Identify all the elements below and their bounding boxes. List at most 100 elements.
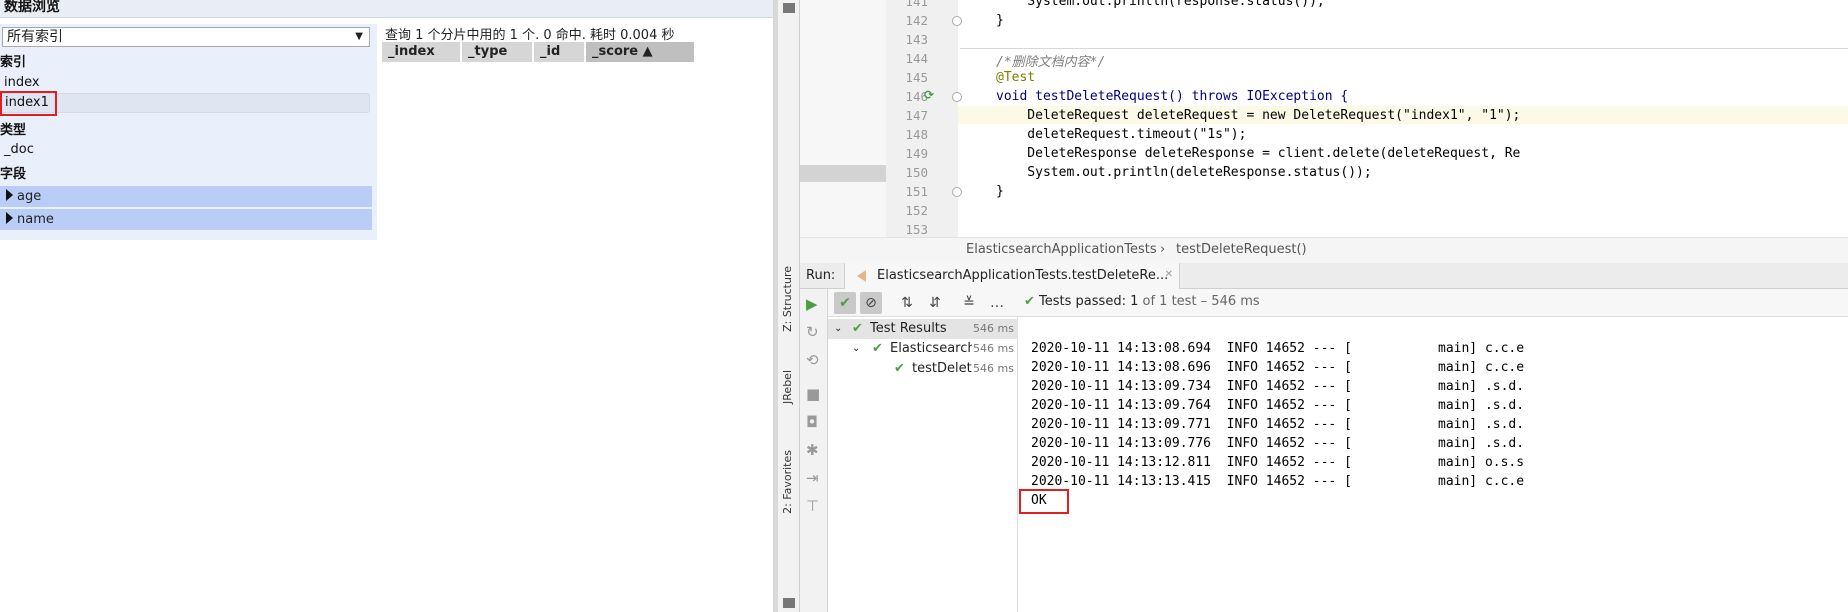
- index-item[interactable]: index: [4, 75, 40, 90]
- rerun-failed-icon[interactable]: ↻: [806, 323, 819, 341]
- line-number: 146: [905, 89, 928, 104]
- code-line: deleteRequest.timeout("1s");: [996, 127, 1247, 142]
- tests-passed-detail: of 1 test – 546 ms: [1142, 294, 1260, 309]
- ide-left-toolstrip: Z: Structure JRebel 2: Favorites: [778, 0, 800, 612]
- field-row-name[interactable]: name: [0, 209, 372, 230]
- line-number: 153: [905, 222, 928, 237]
- tree-time: 546 ms: [973, 342, 1014, 355]
- run-tab[interactable]: ElasticsearchApplicationTests.testDelete…: [844, 263, 1180, 289]
- log-line: 2020-10-11 14:13:09.771 INFO 14652 --- […: [1031, 417, 1525, 432]
- run-tab-label: ElasticsearchApplicationTests.testDelete…: [877, 268, 1169, 283]
- pass-check-icon: ✔: [872, 341, 883, 356]
- code-line-comment: /*删除文档内容*/: [996, 55, 1106, 70]
- close-icon[interactable]: ✕: [1165, 269, 1173, 280]
- breadcrumb-class[interactable]: ElasticsearchApplicationTests: [966, 242, 1157, 257]
- es-head-panel: 数据浏览 所有索引 ▼ 索引 index index1 类型 _doc 字段 a…: [0, 0, 773, 612]
- line-number: 148: [905, 127, 928, 142]
- expand-arrow-icon: [6, 189, 13, 201]
- tests-passed-count: 1: [1130, 294, 1139, 309]
- tree-row-results[interactable]: ⌄ ✔ Test Results 546 ms: [828, 319, 1018, 339]
- grid-icon[interactable]: [783, 598, 795, 608]
- show-ignored-button[interactable]: ⊘: [860, 292, 882, 314]
- pass-check-icon: ✔: [852, 321, 863, 336]
- sort-duration-icon[interactable]: ⇵: [924, 292, 946, 314]
- tree-row-method[interactable]: ✔ testDelete 546 ms: [828, 359, 1018, 379]
- es-sidebar: [0, 24, 377, 240]
- es-header: 数据浏览: [0, 0, 773, 18]
- sort-alpha-icon[interactable]: ⇅: [896, 292, 918, 314]
- col-id[interactable]: _id: [534, 42, 586, 62]
- line-number: 151: [905, 184, 928, 199]
- col-score[interactable]: _score ▲: [586, 42, 696, 62]
- highlight-box-ok: [1019, 489, 1069, 514]
- line-number: 150: [905, 165, 928, 180]
- tree-time: 546 ms: [973, 362, 1014, 375]
- es-title: 数据浏览: [4, 0, 60, 15]
- code-line-annotation: @Test: [996, 70, 1036, 85]
- breadcrumb-method[interactable]: testDeleteRequest(): [1176, 242, 1307, 257]
- line-number: 144: [905, 51, 928, 66]
- chevron-down-icon[interactable]: ⌄: [834, 319, 842, 339]
- chevron-down-icon[interactable]: ⌄: [852, 339, 860, 359]
- folder-icon[interactable]: [783, 3, 795, 13]
- pass-check-icon: ✔: [1024, 294, 1035, 309]
- line-number: 149: [905, 146, 928, 161]
- line-number: 143: [905, 32, 928, 47]
- log-line: 2020-10-11 14:13:08.696 INFO 14652 --- […: [1031, 360, 1525, 375]
- line-number: 152: [905, 203, 928, 218]
- line-number: 141: [905, 0, 928, 9]
- jrebel-tab[interactable]: JRebel: [781, 370, 794, 404]
- tree-label: Test Results: [870, 321, 947, 336]
- tests-passed-label: Tests passed:: [1039, 294, 1126, 309]
- tree-row-class[interactable]: ⌄ ✔ Elasticsearch 546 ms: [828, 339, 1018, 359]
- col-index[interactable]: _index: [382, 42, 462, 62]
- fold-icon[interactable]: [952, 92, 962, 102]
- breadcrumb-sep: ›: [1160, 242, 1166, 257]
- section-fields: 字段: [0, 167, 27, 182]
- log-line: 2020-10-11 14:13:12.811 INFO 14652 --- […: [1031, 455, 1525, 470]
- tree-label: Elasticsearch: [890, 341, 972, 356]
- gutter-margin: [800, 0, 886, 237]
- show-passed-button[interactable]: ✔: [834, 292, 856, 314]
- test-config-icon: [857, 270, 866, 282]
- stop-icon[interactable]: ■: [806, 385, 820, 403]
- code-editor[interactable]: 141 142 143 144 145 146 147 148 149 150 …: [800, 0, 1848, 237]
- pin-icon[interactable]: ⊤: [806, 497, 819, 515]
- run-toolwindow-header: Run: ElasticsearchApplicationTests.testD…: [800, 263, 1848, 289]
- favorites-tab[interactable]: 2: Favorites: [781, 450, 794, 514]
- field-row-age[interactable]: age: [0, 186, 372, 207]
- expand-arrow-icon: [6, 212, 13, 224]
- run-gutter-icon[interactable]: ⟳: [924, 88, 934, 102]
- line-number: 145: [905, 70, 928, 85]
- toggle-auto-test-icon[interactable]: ⟲: [806, 351, 819, 369]
- tree-time: 546 ms: [973, 322, 1014, 335]
- pass-check-icon: ✔: [894, 361, 905, 376]
- code-line: void testDeleteRequest() throws IOExcept…: [996, 89, 1349, 104]
- highlight-box-index1: [0, 91, 57, 116]
- query-info: 查询 1 个分片中用的 1 个. 0 命中. 耗时 0.004 秒: [385, 28, 675, 43]
- section-types: 类型: [0, 123, 27, 138]
- console-output[interactable]: 2020-10-11 14:13:08.694 INFO 14652 --- […: [1019, 317, 1848, 612]
- type-item[interactable]: _doc: [4, 142, 34, 157]
- structure-tab[interactable]: Z: Structure: [781, 266, 794, 332]
- rerun-icon[interactable]: ▶: [806, 295, 818, 313]
- col-type[interactable]: _type: [462, 42, 534, 62]
- line-number: 142: [905, 13, 928, 28]
- test-toolbar: ✔ ⊘ ⇅ ⇵ ≚ … ✔ Tests passed: 1 of 1 test …: [828, 289, 1848, 317]
- index-select-value: 所有索引: [7, 29, 63, 45]
- line-number: 147: [905, 108, 928, 123]
- log-line: 2020-10-11 14:13:13.415 INFO 14652 --- […: [1031, 474, 1525, 489]
- method-separator: [960, 48, 1848, 49]
- more-icon[interactable]: …: [986, 292, 1008, 314]
- fold-icon[interactable]: [952, 187, 962, 197]
- code-line: System.out.println(response.status());: [996, 0, 1325, 9]
- log-line: 2020-10-11 14:13:09.734 INFO 14652 --- […: [1031, 379, 1525, 394]
- index-select[interactable]: 所有索引 ▼: [2, 27, 370, 47]
- field-label: age: [17, 189, 42, 204]
- fold-icon[interactable]: [952, 16, 962, 26]
- debug-icon[interactable]: ✱: [806, 441, 819, 459]
- camera-icon[interactable]: ◘: [806, 413, 818, 431]
- exit-icon[interactable]: ⇥: [806, 469, 819, 487]
- chevron-down-icon: ▼: [355, 31, 363, 42]
- expand-all-icon[interactable]: ≚: [958, 292, 980, 314]
